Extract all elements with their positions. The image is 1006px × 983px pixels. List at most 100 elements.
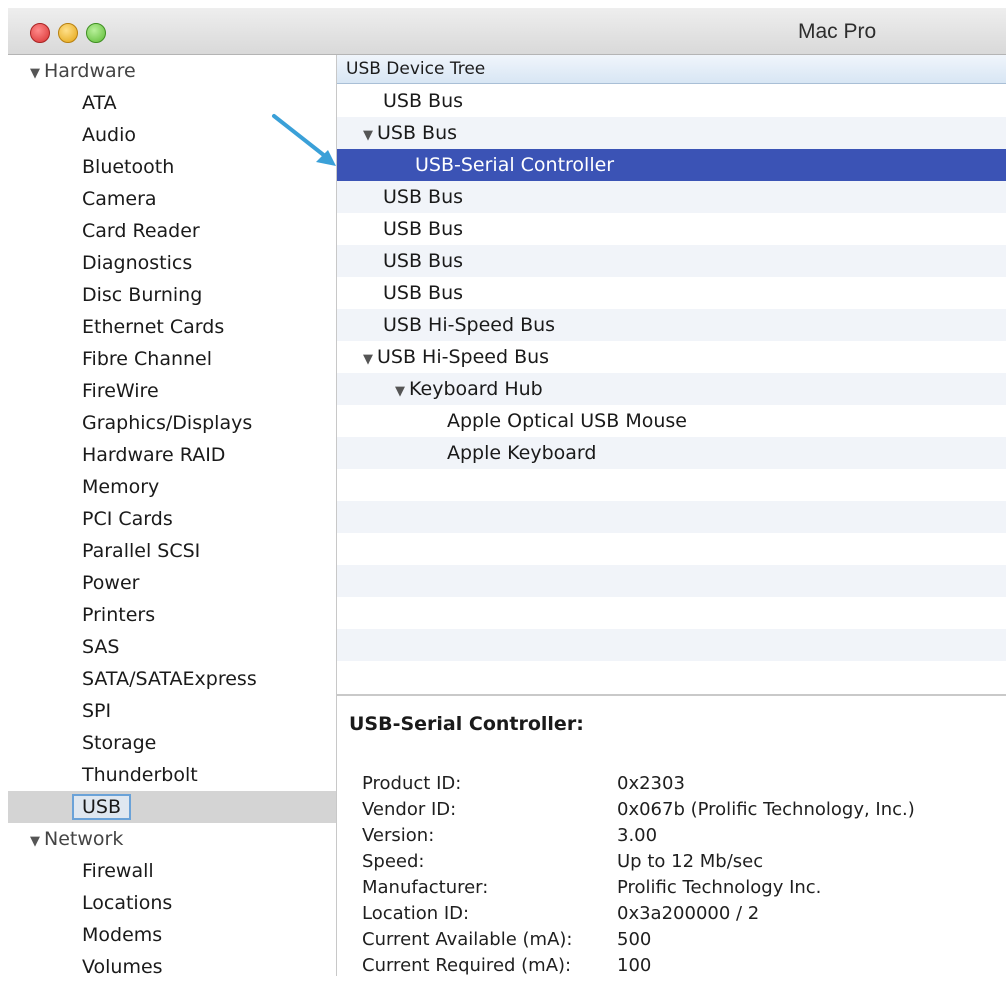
tree-row[interactable]: USB Bus (337, 181, 1006, 213)
tree-row-label: USB Bus (383, 186, 464, 208)
sidebar-item-label: Card Reader (82, 220, 200, 242)
empty-row (337, 597, 1006, 629)
detail-field: Location ID: 0x3a200000 / 2 (362, 901, 759, 927)
minimize-button[interactable] (58, 23, 78, 43)
sidebar-item-printers[interactable]: Printers (8, 599, 336, 631)
disclosure-triangle-icon[interactable]: ▼ (395, 376, 405, 408)
sidebar-item-label: FireWire (82, 380, 159, 402)
tree-row[interactable]: USB Bus (337, 213, 1006, 245)
tree-row[interactable]: USB-Serial Controller (337, 149, 1006, 181)
detail-field: Manufacturer: Prolific Technology Inc. (362, 875, 821, 901)
sidebar-item-label: PCI Cards (82, 508, 173, 530)
detail-field-value: 0x2303 (617, 773, 685, 794)
disclosure-triangle-icon[interactable]: ▼ (363, 344, 373, 376)
sidebar-item-sas[interactable]: SAS (8, 631, 336, 663)
sidebar-item-memory[interactable]: Memory (8, 471, 336, 503)
sidebar-item-volumes[interactable]: Volumes (8, 951, 336, 983)
close-button[interactable] (30, 23, 50, 43)
sidebar-item-label: Volumes (82, 956, 163, 978)
sidebar-item-label: Disc Burning (82, 284, 203, 306)
sidebar-item-label: Memory (82, 476, 160, 498)
sidebar-item-ethernet-cards[interactable]: Ethernet Cards (8, 311, 336, 343)
sidebar-item-label: SPI (82, 700, 112, 722)
empty-row (337, 533, 1006, 565)
sidebar-item-label: Parallel SCSI (82, 540, 201, 562)
empty-row (337, 501, 1006, 533)
sidebar-item-label: Fibre Channel (82, 348, 213, 370)
tree-row-label: USB Bus (383, 282, 464, 304)
tree-row-label: USB Bus (383, 250, 464, 272)
sidebar-item-usb[interactable]: USB (8, 791, 336, 823)
tree-row-label: USB Hi-Speed Bus (377, 346, 550, 368)
sidebar-item-label: Ethernet Cards (82, 316, 225, 338)
empty-row (337, 629, 1006, 661)
split-view-divider[interactable] (337, 694, 1006, 696)
sidebar-item-hardware-raid[interactable]: Hardware RAID (8, 439, 336, 471)
sidebar-item-fibre-channel[interactable]: Fibre Channel (8, 343, 336, 375)
detail-field: Speed: Up to 12 Mb/sec (362, 849, 763, 875)
detail-field-value: 0x067b (Prolific Technology, Inc.) (617, 799, 915, 820)
sidebar-item-storage[interactable]: Storage (8, 727, 336, 759)
detail-field-key: Version: (362, 825, 435, 846)
sidebar-item-label: Diagnostics (82, 252, 193, 274)
sidebar-item-modems[interactable]: Modems (8, 919, 336, 951)
sidebar-item-label: SATA/SATAExpress (82, 668, 257, 690)
sidebar-item-graphics-displays[interactable]: Graphics/Displays (8, 407, 336, 439)
disclosure-triangle-icon[interactable]: ▼ (30, 826, 40, 858)
tree-header[interactable]: USB Device Tree (337, 55, 1006, 84)
sidebar-group-hardware[interactable]: ▼ Hardware (8, 55, 358, 87)
detail-field-key: Manufacturer: (362, 877, 489, 898)
sidebar-item-firewire[interactable]: FireWire (8, 375, 336, 407)
usb-device-tree: USB Bus ▼ USB Bus USB-Serial Controller USB … (337, 85, 1006, 694)
detail-field-key: Product ID: (362, 773, 462, 794)
empty-row (337, 661, 1006, 693)
system-information-window: Mac Pro ▼ Hardware ATA Audio Bluetooth Camer… (8, 8, 1006, 978)
sidebar-item-firewall[interactable]: Firewall (8, 855, 336, 887)
detail-field-key: Vendor ID: (362, 799, 457, 820)
tree-row[interactable]: USB Bus (337, 277, 1006, 309)
sidebar-item-thunderbolt[interactable]: Thunderbolt (8, 759, 336, 791)
tree-row[interactable]: Apple Keyboard (337, 437, 1006, 469)
zoom-button[interactable] (86, 23, 106, 43)
tree-row-label: USB Bus (377, 122, 458, 144)
tree-row-label: USB Bus (383, 90, 464, 112)
detail-field-key: Current Available (mA): (362, 929, 573, 950)
title-bar: Mac Pro (8, 8, 1006, 55)
sidebar-item-power[interactable]: Power (8, 567, 336, 599)
detail-field: Current Available (mA): 500 (362, 927, 651, 953)
detail-title: USB-Serial Controller: (349, 713, 584, 735)
tree-row-label: Apple Keyboard (447, 442, 597, 464)
sidebar-item-label: Printers (82, 604, 156, 626)
sidebar-item-label: USB (72, 794, 132, 820)
sidebar-item-label: Firewall (82, 860, 154, 882)
detail-field-value: Prolific Technology Inc. (617, 877, 822, 898)
sidebar-group-network[interactable]: ▼ Network (8, 823, 358, 855)
sidebar-item-diagnostics[interactable]: Diagnostics (8, 247, 336, 279)
sidebar-item-camera[interactable]: Camera (8, 183, 336, 215)
sidebar-item-card-reader[interactable]: Card Reader (8, 215, 336, 247)
tree-row[interactable]: ▼ USB Hi-Speed Bus (337, 341, 1006, 373)
tree-row[interactable]: ▼ Keyboard Hub (337, 373, 1006, 405)
sidebar-item-sata-sataexpress[interactable]: SATA/SATAExpress (8, 663, 336, 695)
sidebar-item-spi[interactable]: SPI (8, 695, 336, 727)
disclosure-triangle-icon[interactable]: ▼ (30, 58, 40, 90)
detail-field-value: Up to 12 Mb/sec (617, 851, 764, 872)
detail-field-value: 500 (617, 929, 652, 950)
tree-row[interactable]: USB Bus (337, 245, 1006, 277)
sidebar-item-locations[interactable]: Locations (8, 887, 336, 919)
tree-row[interactable]: ▼ USB Bus (337, 117, 1006, 149)
tree-row[interactable]: USB Bus (337, 85, 1006, 117)
sidebar-item-label: ATA (82, 92, 117, 114)
disclosure-triangle-icon[interactable]: ▼ (363, 120, 373, 152)
sidebar: ▼ Hardware ATA Audio Bluetooth Camera Card Re… (8, 55, 336, 978)
tree-row-label: USB-Serial Controller (415, 154, 615, 176)
sidebar-item-label: Storage (82, 732, 157, 754)
sidebar-item-label: Locations (82, 892, 173, 914)
tree-row[interactable]: Apple Optical USB Mouse (337, 405, 1006, 437)
sidebar-item-parallel-scsi[interactable]: Parallel SCSI (8, 535, 336, 567)
tree-row[interactable]: USB Hi-Speed Bus (337, 309, 1006, 341)
sidebar-item-pci-cards[interactable]: PCI Cards (8, 503, 336, 535)
sidebar-item-disc-burning[interactable]: Disc Burning (8, 279, 336, 311)
sidebar-item-label: Audio (82, 124, 137, 146)
detail-field: Product ID: 0x2303 (362, 771, 685, 797)
